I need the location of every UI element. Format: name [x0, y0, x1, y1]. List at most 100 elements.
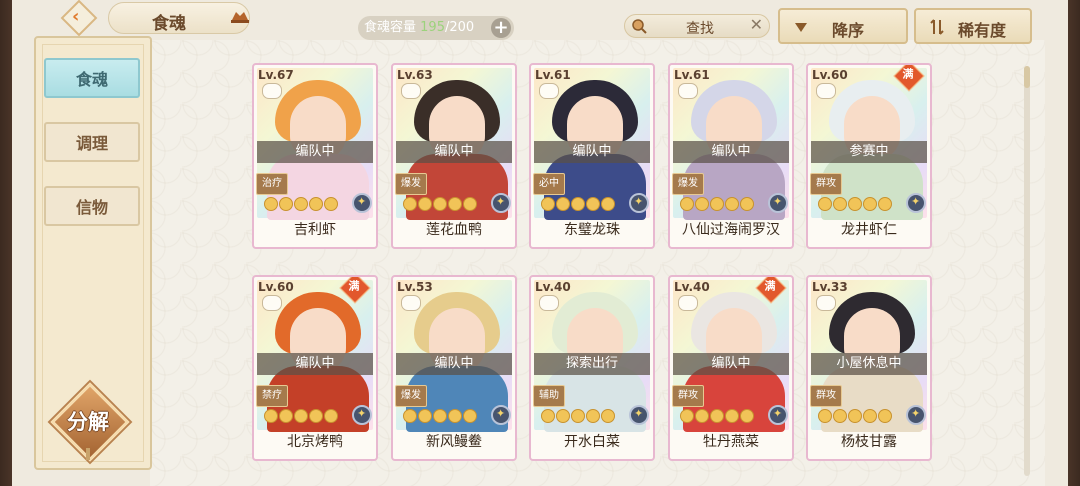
star-icon	[324, 409, 338, 423]
star-icon	[433, 197, 447, 211]
bowl-icon	[401, 295, 421, 311]
star-rating	[680, 409, 754, 425]
star-icon	[448, 197, 462, 211]
star-icon	[878, 409, 892, 423]
card-status: 参赛中	[811, 141, 927, 163]
star-icon	[740, 197, 754, 211]
capacity-current: 195	[420, 20, 445, 35]
sort-by-button[interactable]: 稀有度	[914, 8, 1032, 44]
star-icon	[878, 197, 892, 211]
star-icon	[294, 409, 308, 423]
star-rating	[541, 197, 615, 213]
card-level: Lv.40	[674, 280, 710, 294]
element-icon	[352, 405, 372, 425]
sort-toggle-icon	[930, 19, 944, 35]
sort-by-label: 稀有度	[958, 21, 1007, 40]
star-rating	[818, 409, 892, 425]
sort-order-button[interactable]: 降序	[778, 8, 908, 44]
search-input[interactable]: 查找 ✕	[624, 14, 770, 38]
card-name: 新风鳗鲞	[426, 434, 482, 450]
bowl-icon	[539, 83, 559, 99]
star-icon	[833, 197, 847, 211]
star-icon	[279, 409, 293, 423]
star-icon	[863, 409, 877, 423]
card-status: 小屋休息中	[811, 353, 927, 375]
star-rating	[680, 197, 754, 213]
food-soul-card[interactable]: Lv.63 编队中 爆发 莲花血鸭	[391, 63, 517, 249]
star-icon	[309, 409, 323, 423]
bowl-icon	[816, 295, 836, 311]
card-level: Lv.61	[674, 68, 710, 82]
food-soul-card[interactable]: Lv.67 编队中 治疗 吉利虾	[252, 63, 378, 249]
tab-tiaoli-label: 调理	[75, 134, 108, 153]
element-icon	[629, 405, 649, 425]
star-icon	[556, 197, 570, 211]
card-name: 八仙过海闹罗汉	[682, 222, 780, 238]
star-rating	[264, 409, 338, 425]
role-badge: 辅助	[533, 385, 565, 407]
clear-search-icon[interactable]: ✕	[750, 15, 763, 34]
star-icon	[601, 409, 615, 423]
tab-shihun[interactable]: 食魂	[44, 58, 140, 98]
decompose-button[interactable]: 分解	[50, 382, 130, 462]
back-button[interactable]: ‹	[56, 0, 100, 37]
element-icon	[768, 405, 788, 425]
star-icon	[433, 409, 447, 423]
star-icon	[403, 197, 417, 211]
card-name: 莲花血鸭	[426, 222, 482, 238]
star-icon	[571, 197, 585, 211]
food-soul-card[interactable]: Lv.40 探索出行 辅助 开水白菜	[529, 275, 655, 461]
capacity-max: /200	[444, 20, 475, 35]
element-icon	[629, 193, 649, 213]
tab-xinwu[interactable]: 信物	[44, 186, 140, 226]
scrollbar[interactable]	[1024, 66, 1030, 476]
card-name: 龙井虾仁	[841, 222, 897, 238]
card-status: 编队中	[673, 141, 789, 163]
star-icon	[403, 409, 417, 423]
star-icon	[695, 197, 709, 211]
star-icon	[740, 409, 754, 423]
add-capacity-button[interactable]: +	[491, 18, 511, 38]
role-badge: 爆发	[395, 173, 427, 195]
star-icon	[680, 409, 694, 423]
star-icon	[695, 409, 709, 423]
card-level: Lv.60	[258, 280, 294, 294]
food-soul-card[interactable]: Lv.61 编队中 必中 东璧龙珠	[529, 63, 655, 249]
food-soul-card[interactable]: Lv.60 满 编队中 禁疗 北京烤鸭	[252, 275, 378, 461]
star-icon	[264, 197, 278, 211]
card-level: Lv.63	[397, 68, 433, 82]
tab-tiaoli[interactable]: 调理	[44, 122, 140, 162]
full-badge-label: 满	[902, 67, 914, 81]
tab-shihun-label: 食魂	[75, 70, 108, 89]
star-icon	[863, 197, 877, 211]
role-badge: 爆发	[672, 173, 704, 195]
food-soul-card[interactable]: Lv.53 编队中 爆发 新风鳗鲞	[391, 275, 517, 461]
card-name: 东璧龙珠	[564, 222, 620, 238]
food-soul-card[interactable]: Lv.33 小屋休息中 群攻 杨枝甘露	[806, 275, 932, 461]
star-icon	[418, 197, 432, 211]
star-icon	[264, 409, 278, 423]
star-icon	[586, 409, 600, 423]
bowl-icon	[678, 295, 698, 311]
bowl-icon	[262, 83, 282, 99]
food-soul-card[interactable]: Lv.40 满 编队中 群攻 牡丹燕菜	[668, 275, 794, 461]
card-level: Lv.33	[812, 280, 848, 294]
sort-desc-icon	[795, 23, 807, 32]
back-arrow-icon: ‹	[72, 6, 80, 27]
role-badge: 必中	[533, 173, 565, 195]
capacity-indicator: 食魂容量 195/200 +	[358, 16, 514, 40]
scrollbar-thumb[interactable]	[1024, 66, 1030, 88]
star-rating	[403, 197, 477, 213]
star-rating	[541, 409, 615, 425]
food-soul-card[interactable]: Lv.61 编队中 爆发 八仙过海闹罗汉	[668, 63, 794, 249]
card-status: 编队中	[396, 353, 512, 375]
role-badge: 群攻	[810, 173, 842, 195]
star-icon	[571, 409, 585, 423]
food-soul-card[interactable]: Lv.60 满 参赛中 群攻 龙井虾仁	[806, 63, 932, 249]
star-icon	[680, 197, 694, 211]
element-icon	[906, 193, 926, 213]
card-name: 杨枝甘露	[841, 434, 897, 450]
element-icon	[491, 193, 511, 213]
star-icon	[294, 197, 308, 211]
card-level: Lv.53	[397, 280, 433, 294]
